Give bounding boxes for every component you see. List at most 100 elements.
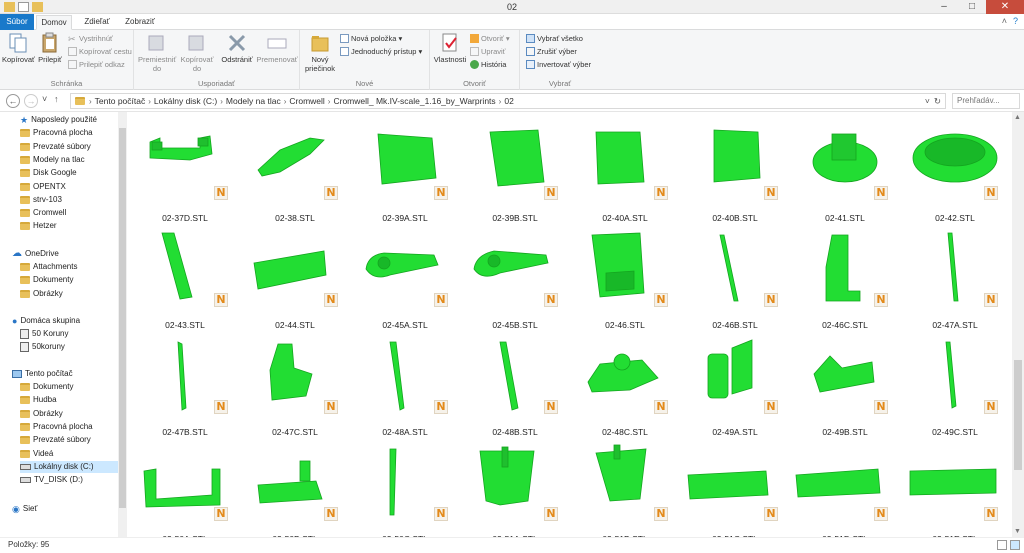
details-view-icon[interactable] <box>997 540 1007 550</box>
file-item[interactable]: N 02-47C.STL <box>240 334 350 441</box>
tab-view[interactable]: Zobraziť <box>120 15 160 30</box>
file-item[interactable]: N02-50B.STL <box>240 441 350 537</box>
copy-to-button[interactable]: Kopírovať do <box>178 32 216 73</box>
nav-item-this-pc[interactable]: Tento počítač <box>12 368 73 380</box>
file-item[interactable]: N 02-48A.STL <box>350 334 460 441</box>
nav-item-onedrive-folder[interactable]: Attachments <box>20 261 77 273</box>
paste-button[interactable]: Prilepiť <box>36 32 64 64</box>
nav-item-quick[interactable]: Prevzaté súbory <box>20 141 91 153</box>
file-item[interactable]: N 02-44.STL <box>240 227 350 334</box>
file-item[interactable]: N02-51A.STL <box>460 441 570 537</box>
file-item[interactable]: N 02-49C.STL <box>900 334 1010 441</box>
file-item[interactable]: N 02-37D.STL <box>130 120 240 227</box>
nav-item-network[interactable]: ◉ Sieť <box>12 503 37 515</box>
breadcrumb-02[interactable]: 02 <box>501 96 516 106</box>
rename-button[interactable]: Premenovať <box>256 32 298 64</box>
file-item[interactable]: N02-50C.STL <box>350 441 460 537</box>
file-item[interactable]: N02-51B.STL <box>570 441 680 537</box>
refresh-icon[interactable]: ↻ <box>934 96 945 107</box>
nav-item-quick[interactable]: Hetzer <box>20 220 57 232</box>
scroll-up-arrow[interactable]: ▲ <box>1014 114 1021 121</box>
nav-item-pc-folder[interactable]: Obrázky <box>20 408 63 420</box>
nav-item-onedrive-folder[interactable]: Obrázky <box>20 288 63 300</box>
nav-item-quick[interactable]: Pracovná plocha <box>20 127 93 139</box>
file-item[interactable]: N 02-39B.STL <box>460 120 570 227</box>
file-item[interactable]: N 02-47A.STL <box>900 227 1010 334</box>
file-item[interactable]: N 02-49A.STL <box>680 334 790 441</box>
up-button[interactable]: ↑ <box>54 94 59 104</box>
paste-shortcut-button[interactable]: Prilepiť odkaz <box>68 60 125 69</box>
edit-button[interactable]: Upraviť <box>470 47 506 56</box>
nav-item-pc-folder[interactable]: Prevzaté súbory <box>20 434 91 446</box>
breadcrumb-this-pc[interactable]: Tento počítač <box>92 96 149 106</box>
invert-selection-button[interactable]: Invertovať výber <box>526 60 591 69</box>
minimize-button[interactable]: – <box>930 0 958 14</box>
nav-item-homegroup-user[interactable]: 50koruny <box>20 341 65 353</box>
nav-item-drive[interactable]: TV_DISK (D:) <box>20 474 83 486</box>
address-dropdown-icon[interactable]: ˅ <box>925 96 934 106</box>
file-item[interactable]: N 02-42.STL <box>900 120 1010 227</box>
nav-item-recent[interactable]: ★ Naposledy použité <box>20 114 97 126</box>
breadcrumb-models[interactable]: Modely na tlac <box>223 96 284 106</box>
nav-item-quick[interactable]: Modely na tlac <box>20 154 85 166</box>
close-button[interactable]: ✕ <box>986 0 1024 14</box>
nav-item-quick[interactable]: OPENTX <box>20 181 66 193</box>
address-bar[interactable]: › Tento počítač › Lokálny disk (C:) › Mo… <box>70 93 946 109</box>
content-scroll-thumb[interactable] <box>1014 360 1022 470</box>
nav-item-pc-folder[interactable]: Videá <box>20 448 53 460</box>
file-item[interactable]: N 02-38.STL <box>240 120 350 227</box>
select-all-button[interactable]: Vybrať všetko <box>526 34 583 43</box>
file-item[interactable]: N 02-46.STL <box>570 227 680 334</box>
breadcrumb-cromwell-mk4[interactable]: Cromwell_ Mk.IV-scale_1.16_by_Warprints <box>330 96 498 106</box>
file-item[interactable]: N 02-39A.STL <box>350 120 460 227</box>
nav-item-pc-folder[interactable]: Hudba <box>20 394 57 406</box>
file-item[interactable]: N 02-48C.STL <box>570 334 680 441</box>
breadcrumb-local-disk[interactable]: Lokálny disk (C:) <box>151 96 220 106</box>
file-item[interactable]: N 02-40B.STL <box>680 120 790 227</box>
copy-path-button[interactable]: Kopírovať cestu <box>68 47 132 56</box>
file-item[interactable]: N 02-40A.STL <box>570 120 680 227</box>
forward-button[interactable]: → <box>24 94 38 108</box>
nav-item-quick[interactable]: strv-103 <box>20 194 62 206</box>
nav-scroll-thumb[interactable] <box>119 128 126 508</box>
delete-button[interactable]: Odstrániť <box>220 32 254 64</box>
nav-item-quick[interactable]: Cromwell <box>20 207 66 219</box>
move-to-button[interactable]: Premiestniť do <box>138 32 176 73</box>
file-item[interactable]: N 02-46B.STL <box>680 227 790 334</box>
file-item[interactable]: N02-51D.STL <box>790 441 900 537</box>
collapse-ribbon-icon[interactable]: ˄ <box>1002 16 1007 26</box>
nav-item-homegroup-user[interactable]: 50 Koruny <box>20 328 68 340</box>
cut-button[interactable]: ✂ Vystrihnúť <box>68 34 113 44</box>
help-icon[interactable]: ? <box>1013 16 1018 26</box>
properties-button[interactable]: Vlastnosti <box>432 32 468 64</box>
history-button[interactable]: História <box>470 60 506 69</box>
easy-access-button[interactable]: Jednoduchý prístup ▾ <box>340 47 422 56</box>
file-item[interactable]: N02-50A.STL <box>130 441 240 537</box>
select-none-button[interactable]: Zrušiť výber <box>526 47 577 56</box>
tab-home[interactable]: Domov <box>36 15 72 30</box>
file-item[interactable]: N 02-45A.STL <box>350 227 460 334</box>
search-input[interactable]: Prehľadáv... <box>952 93 1020 109</box>
recent-locations-icon[interactable]: ˅ <box>42 94 47 104</box>
file-item[interactable]: N02-51E.STL <box>900 441 1010 537</box>
nav-item-pc-folder[interactable]: Pracovná plocha <box>20 421 93 433</box>
large-icons-view-icon[interactable] <box>1010 540 1020 550</box>
maximize-button[interactable]: □ <box>958 0 986 14</box>
tab-file[interactable]: Súbor <box>0 14 34 30</box>
file-item[interactable]: N 02-45B.STL <box>460 227 570 334</box>
back-button[interactable]: ← <box>6 94 20 108</box>
new-folder-button[interactable]: Nový priečinok <box>304 32 336 73</box>
copy-button[interactable]: Kopírovať <box>2 32 35 64</box>
breadcrumb-cromwell[interactable]: Cromwell <box>286 96 327 106</box>
nav-item-homegroup[interactable]: ● Domáca skupina <box>12 315 80 327</box>
nav-scrollbar[interactable] <box>118 112 127 537</box>
nav-item-onedrive[interactable]: ☁ OneDrive <box>12 248 59 260</box>
file-item[interactable]: N 02-48B.STL <box>460 334 570 441</box>
new-item-button[interactable]: Nová položka ▾ <box>340 34 402 43</box>
nav-item-drive[interactable]: Lokálny disk (C:) <box>20 460 118 473</box>
content-scrollbar[interactable]: ▲ ▼ <box>1012 112 1024 537</box>
file-item[interactable]: N 02-46C.STL <box>790 227 900 334</box>
file-item[interactable]: N 02-47B.STL <box>130 334 240 441</box>
nav-item-quick[interactable]: Disk Google <box>20 167 77 179</box>
file-item[interactable]: N 02-49B.STL <box>790 334 900 441</box>
